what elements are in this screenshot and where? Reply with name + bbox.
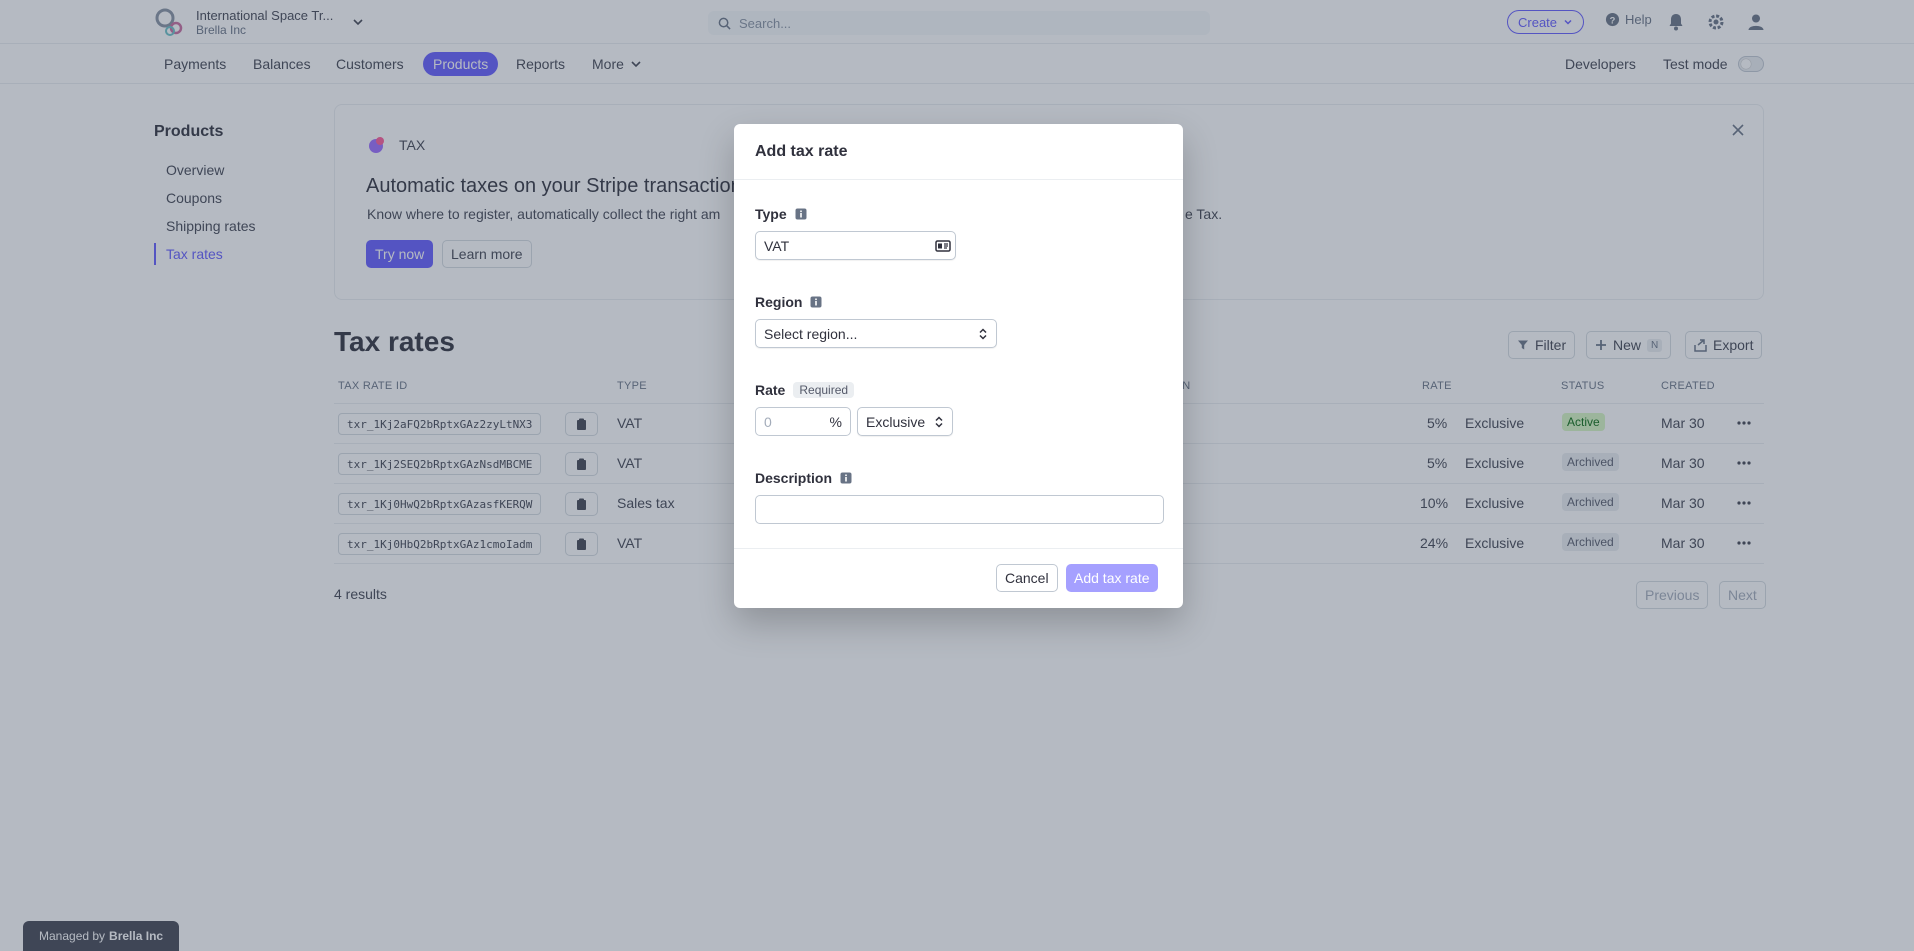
cancel-button[interactable]: Cancel (996, 564, 1058, 592)
type-value: VAT (764, 237, 790, 254)
required-badge: Required (793, 382, 855, 398)
type-label: Type (755, 206, 807, 222)
percent-unit: % (829, 413, 842, 430)
rate-label: Rate Required (755, 382, 855, 398)
rate-input[interactable] (764, 413, 824, 430)
region-value: Select region... (764, 325, 858, 342)
add-tax-rate-button[interactable]: Add tax rate (1066, 564, 1158, 592)
dialog-title: Add tax rate (755, 143, 848, 160)
id-card-icon (935, 240, 951, 252)
info-icon[interactable] (810, 296, 822, 308)
rate-label-text: Rate (755, 382, 786, 398)
rate-field[interactable]: % (755, 407, 851, 436)
chevron-updown-icon (979, 328, 987, 340)
description-input[interactable] (755, 495, 1164, 524)
dialog-header: Add tax rate (734, 124, 1183, 180)
type-select[interactable]: VAT (755, 231, 956, 260)
chevron-updown-icon (935, 416, 943, 428)
description-label-text: Description (755, 470, 833, 486)
region-label-text: Region (755, 294, 803, 310)
region-label: Region (755, 294, 822, 310)
info-icon[interactable] (795, 208, 807, 220)
region-select[interactable]: Select region... (755, 319, 997, 348)
info-icon[interactable] (840, 472, 852, 484)
inclusion-select[interactable]: Exclusive (857, 407, 953, 436)
inclusion-value: Exclusive (866, 413, 926, 430)
add-tax-rate-dialog: Add tax rate Type VAT Region Select regi… (734, 124, 1183, 608)
type-label-text: Type (755, 206, 787, 222)
description-label: Description (755, 470, 852, 486)
